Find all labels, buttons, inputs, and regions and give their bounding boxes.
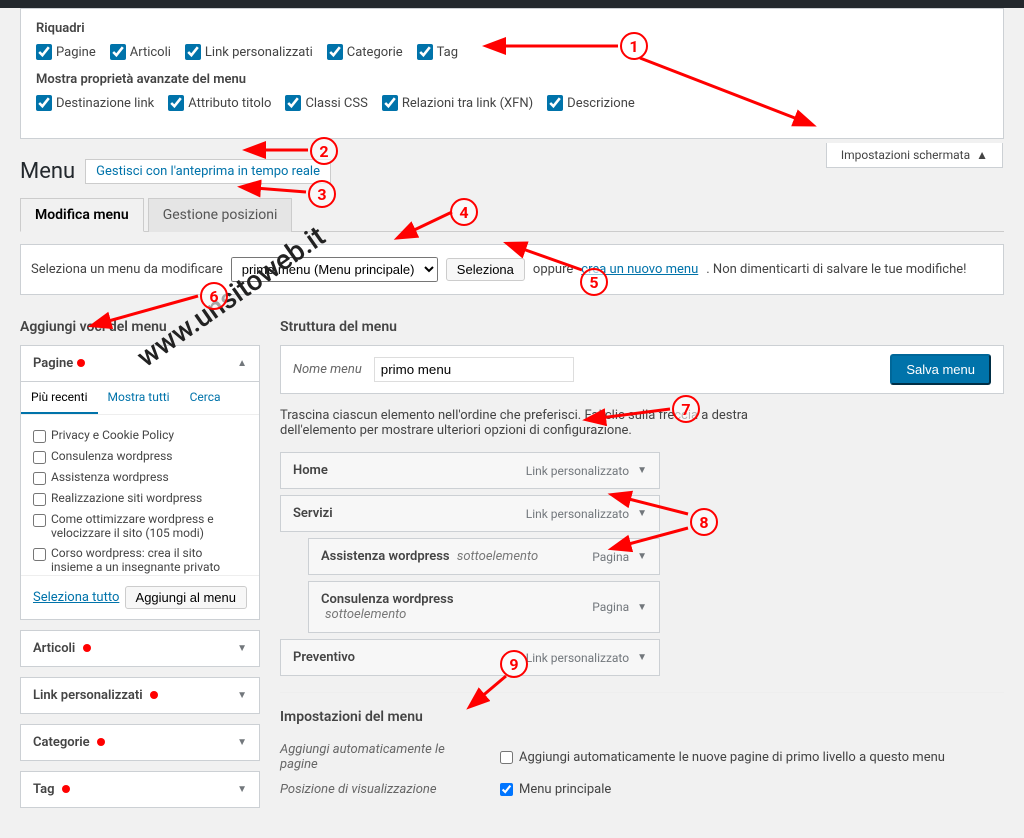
menu-item[interactable]: HomeLink personalizzato ▼ — [280, 452, 660, 489]
chevron-down-icon: ▼ — [637, 508, 647, 519]
accordion-header[interactable]: Link personalizzati ▼ — [21, 678, 259, 713]
accordion-section: Tag ▼ — [20, 771, 260, 808]
auto-add-row-label: Aggiungi automaticamente le pagine — [280, 742, 480, 772]
screen-option-checkbox[interactable]: Pagine — [36, 44, 96, 60]
position-checkbox-label[interactable]: Menu principale — [500, 782, 611, 797]
after-text: . Non dimenticarti di salvare le tue mod… — [706, 262, 966, 277]
accordion-header[interactable]: Categorie ▼ — [21, 725, 259, 760]
subtab-search[interactable]: Cerca — [180, 382, 231, 414]
subtab-recent[interactable]: Più recenti — [21, 382, 98, 414]
chevron-down-icon: ▼ — [637, 551, 647, 562]
pages-accordion: Pagine ▲ Più recenti Mostra tutti Cerca … — [20, 345, 260, 620]
drag-instructions: Trascina ciascun elemento nell'ordine ch… — [280, 408, 800, 438]
chevron-down-icon: ▼ — [237, 737, 247, 748]
pages-accordion-header[interactable]: Pagine ▲ — [21, 346, 259, 382]
screen-option-checkbox[interactable]: Attributo titolo — [168, 95, 271, 111]
nav-tabs: Modifica menu Gestione posizioni — [20, 198, 1004, 232]
page-item-checkbox[interactable]: Consulenza wordpress — [33, 446, 247, 467]
screen-option-checkbox[interactable]: Articoli — [110, 44, 171, 60]
accordion-section: Articoli ▼ — [20, 630, 260, 667]
page-item-checkbox[interactable]: Realizzazione siti wordpress — [33, 488, 247, 509]
chevron-down-icon: ▼ — [237, 690, 247, 701]
screen-option-checkbox[interactable]: Tag — [417, 44, 458, 60]
save-menu-button[interactable]: Salva menu — [890, 354, 991, 385]
add-to-menu-button[interactable]: Aggiungi al menu — [125, 586, 247, 609]
tab-edit-menu[interactable]: Modifica menu — [20, 198, 144, 232]
chevron-up-icon: ▲ — [237, 358, 247, 369]
select-button[interactable]: Seleziona — [446, 258, 525, 281]
chevron-up-icon: ▲ — [976, 148, 988, 162]
menu-item[interactable]: Assistenza wordpress sottoelementoPagina… — [308, 538, 660, 575]
menu-settings-heading: Impostazioni del menu — [280, 709, 1004, 725]
menu-item[interactable]: Consulenza wordpresssottoelementoPagina … — [308, 581, 660, 633]
position-checkbox[interactable] — [500, 783, 513, 796]
chevron-down-icon: ▼ — [237, 643, 247, 654]
chevron-down-icon: ▼ — [237, 784, 247, 795]
screen-options-toggle[interactable]: Impostazioni schermata▲ — [826, 143, 1003, 168]
accordion-section: Categorie ▼ — [20, 724, 260, 761]
screen-option-checkbox[interactable]: Classi CSS — [285, 95, 367, 111]
chevron-down-icon: ▼ — [637, 602, 647, 613]
screen-option-checkbox[interactable]: Categorie — [327, 44, 403, 60]
screen-option-checkbox[interactable]: Descrizione — [547, 95, 635, 111]
screen-option-checkbox[interactable]: Link personalizzati — [185, 44, 313, 60]
page-item-checkbox[interactable]: Assistenza wordpress — [33, 467, 247, 488]
page-item-checkbox[interactable]: Come ottimizzare wordpress e velocizzare… — [33, 509, 247, 543]
advanced-heading: Mostra proprietà avanzate del menu — [36, 72, 988, 87]
auto-add-checkbox[interactable] — [500, 751, 513, 764]
auto-add-checkbox-label[interactable]: Aggiungi automaticamente le nuove pagine… — [500, 750, 945, 765]
admin-topbar — [0, 0, 1024, 8]
page-item-checkbox[interactable]: Privacy e Cookie Policy — [33, 425, 247, 446]
add-items-heading: Aggiungi voci del menu — [20, 319, 260, 335]
menu-item[interactable]: ServiziLink personalizzato ▼ — [280, 495, 660, 532]
boxes-heading: Riquadri — [36, 21, 988, 36]
tab-manage-locations[interactable]: Gestione posizioni — [148, 198, 293, 232]
position-row-label: Posizione di visualizzazione — [280, 782, 480, 797]
screen-options-panel: Riquadri Pagine Articoli Link personaliz… — [20, 8, 1004, 139]
chevron-down-icon: ▼ — [637, 465, 647, 476]
create-menu-link[interactable]: crea un nuovo menu — [581, 262, 698, 277]
accordion-header[interactable]: Articoli ▼ — [21, 631, 259, 666]
menu-item[interactable]: PreventivoLink personalizzato ▼ — [280, 639, 660, 676]
select-menu-label: Seleziona un menu da modificare — [31, 262, 223, 277]
accordion-header[interactable]: Tag ▼ — [21, 772, 259, 807]
select-all-link[interactable]: Seleziona tutto — [33, 590, 119, 605]
chevron-down-icon: ▼ — [637, 652, 647, 663]
structure-heading: Struttura del menu — [280, 319, 1004, 335]
live-preview-link[interactable]: Gestisci con l'anteprima in tempo reale — [85, 159, 331, 184]
subtab-all[interactable]: Mostra tutti — [98, 382, 180, 414]
menu-select[interactable]: primo menu (Menu principale) — [231, 257, 438, 282]
accordion-section: Link personalizzati ▼ — [20, 677, 260, 714]
screen-option-checkbox[interactable]: Relazioni tra link (XFN) — [382, 95, 533, 111]
or-text: oppure — [533, 262, 573, 277]
page-title: Menu — [20, 159, 75, 184]
page-item-checkbox[interactable]: Corso wordpress: crea il sito insieme a … — [33, 543, 247, 575]
menu-selector-row: Seleziona un menu da modificare primo me… — [20, 244, 1004, 295]
screen-option-checkbox[interactable]: Destinazione link — [36, 95, 154, 111]
menu-name-label: Nome menu — [293, 362, 362, 377]
menu-name-input[interactable] — [374, 357, 574, 382]
